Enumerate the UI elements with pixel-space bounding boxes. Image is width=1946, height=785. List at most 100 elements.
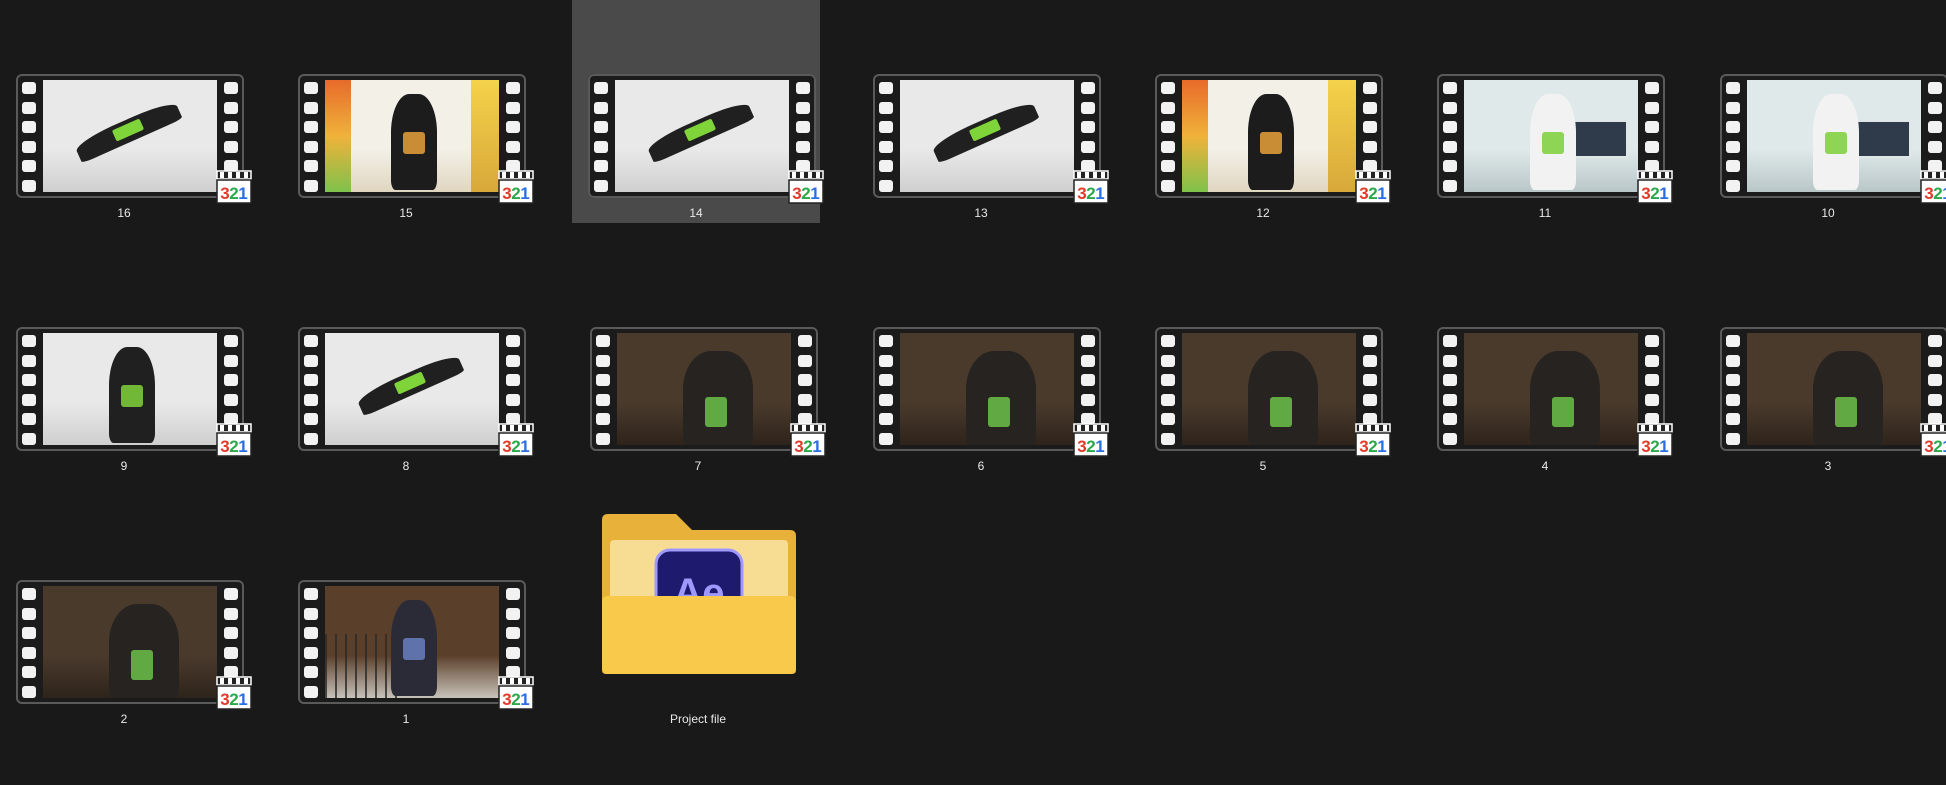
- svg-text:1: 1: [238, 690, 247, 709]
- video-file-item[interactable]: 321 8: [282, 253, 534, 476]
- media-player-classic-icon: 321: [1637, 423, 1673, 457]
- svg-text:1: 1: [1942, 184, 1946, 203]
- film-strip-icon: [1720, 74, 1946, 198]
- file-name-label: 15: [399, 206, 413, 220]
- svg-text:1: 1: [812, 437, 821, 456]
- video-file-item[interactable]: 3 2 1 14: [572, 0, 824, 223]
- media-player-classic-icon: 321: [1073, 170, 1109, 204]
- film-sprocket-holes: [22, 588, 36, 698]
- film-strip-icon: [16, 327, 244, 451]
- film-sprocket-holes: [1161, 335, 1175, 445]
- film-sprocket-holes: [596, 335, 610, 445]
- video-file-item[interactable]: 3 2 1 13: [857, 0, 1109, 223]
- video-file-item[interactable]: 3 2 1 16: [0, 0, 252, 223]
- video-frame-preview: [43, 80, 217, 192]
- film-sprocket-holes: [304, 335, 318, 445]
- video-thumbnail: 321: [873, 74, 1109, 204]
- svg-text:1: 1: [520, 184, 529, 203]
- video-frame-preview: [1747, 333, 1921, 445]
- video-frame-preview: [1464, 80, 1638, 192]
- video-file-item[interactable]: 3 2 1 11: [1421, 0, 1673, 223]
- svg-text:1: 1: [1095, 437, 1104, 456]
- film-sprocket-holes: [879, 335, 893, 445]
- media-player-classic-icon: 321: [498, 423, 534, 457]
- file-name-label: 1: [402, 712, 410, 726]
- film-sprocket-holes: [304, 82, 318, 192]
- svg-text:1: 1: [1095, 184, 1104, 203]
- video-thumbnail: 321: [590, 327, 826, 457]
- video-thumbnail: 321: [1720, 74, 1946, 204]
- video-file-item[interactable]: 321 9: [0, 253, 252, 476]
- video-thumbnail: 321: [16, 327, 252, 457]
- film-strip-icon: [873, 327, 1101, 451]
- file-name-label: 4: [1541, 459, 1549, 473]
- file-name-label: 16: [117, 206, 131, 220]
- video-thumbnail: 321: [298, 74, 534, 204]
- video-frame-preview: [617, 333, 791, 445]
- svg-text:1: 1: [1659, 184, 1668, 203]
- folder-name-label: Project file: [669, 712, 727, 726]
- film-sprocket-holes: [1443, 335, 1457, 445]
- file-name-label: 3: [1824, 459, 1832, 473]
- video-file-item[interactable]: 321 2: [0, 506, 252, 729]
- film-strip-icon: [873, 74, 1101, 198]
- video-thumbnail: 321: [298, 327, 534, 457]
- video-frame-preview: [1747, 80, 1921, 192]
- media-player-classic-icon: 321: [216, 676, 252, 710]
- video-thumbnail: 321: [1155, 327, 1391, 457]
- svg-text:1: 1: [1377, 184, 1386, 203]
- video-file-item[interactable]: 321 10: [1704, 0, 1946, 223]
- video-frame-preview: [615, 80, 789, 192]
- video-thumbnail: 321: [16, 74, 252, 204]
- video-file-item[interactable]: 321 3: [1704, 253, 1946, 476]
- video-frame-preview: [900, 80, 1074, 192]
- film-sprocket-holes: [1443, 82, 1457, 192]
- film-strip-icon: [1155, 74, 1383, 198]
- folder-ae-icon: Ae: [602, 514, 796, 674]
- film-strip-icon: [298, 327, 526, 451]
- media-player-classic-icon: 321: [1355, 170, 1391, 204]
- svg-text:1: 1: [238, 184, 247, 203]
- film-sprocket-holes: [1726, 82, 1740, 192]
- video-frame-preview: [325, 333, 499, 445]
- media-player-classic-icon: 321: [1355, 423, 1391, 457]
- video-frame-preview: [325, 80, 499, 192]
- file-name-label: 13: [974, 206, 988, 220]
- video-frame-preview: [43, 333, 217, 445]
- file-name-label: 7: [694, 459, 702, 473]
- svg-text:1: 1: [810, 184, 819, 203]
- film-sprocket-holes: [22, 82, 36, 192]
- media-player-classic-icon: 321: [216, 423, 252, 457]
- video-thumbnail: 321: [1437, 327, 1673, 457]
- media-player-classic-icon: 321: [498, 676, 534, 710]
- video-file-item[interactable]: 3 2 1 12: [1139, 0, 1391, 223]
- video-frame-preview: [1182, 333, 1356, 445]
- video-file-item[interactable]: 321 4: [1421, 253, 1673, 476]
- file-grid: 3211632115321143211332112321113211032193…: [0, 0, 1946, 785]
- media-player-classic-icon: 321: [1637, 170, 1673, 204]
- video-frame-preview: [900, 333, 1074, 445]
- film-sprocket-holes: [1161, 82, 1175, 192]
- file-name-label: 11: [1538, 206, 1552, 220]
- file-name-label: 12: [1256, 206, 1270, 220]
- video-file-item[interactable]: 321 6: [857, 253, 1109, 476]
- video-frame-preview: [43, 586, 217, 698]
- film-strip-icon: [590, 327, 818, 451]
- video-thumbnail: 321: [1155, 74, 1391, 204]
- film-sprocket-holes: [1726, 335, 1740, 445]
- video-file-item[interactable]: 321 7: [574, 253, 826, 476]
- file-name-label: 8: [402, 459, 410, 473]
- video-file-item[interactable]: 321 1: [282, 506, 534, 729]
- video-file-item[interactable]: 321 5: [1139, 253, 1391, 476]
- project-folder-item[interactable]: Ae Project file: [574, 506, 822, 729]
- svg-text:1: 1: [1942, 437, 1946, 456]
- video-file-item[interactable]: 3 2 1 15: [282, 0, 534, 223]
- media-player-classic-icon: 321: [1920, 423, 1946, 457]
- film-strip-icon: [588, 74, 816, 198]
- video-frame-preview: [1464, 333, 1638, 445]
- video-thumbnail: 321: [16, 580, 252, 710]
- video-frame-preview: [325, 586, 499, 698]
- file-name-label: 9: [120, 459, 128, 473]
- film-strip-icon: [16, 580, 244, 704]
- svg-text:1: 1: [1377, 437, 1386, 456]
